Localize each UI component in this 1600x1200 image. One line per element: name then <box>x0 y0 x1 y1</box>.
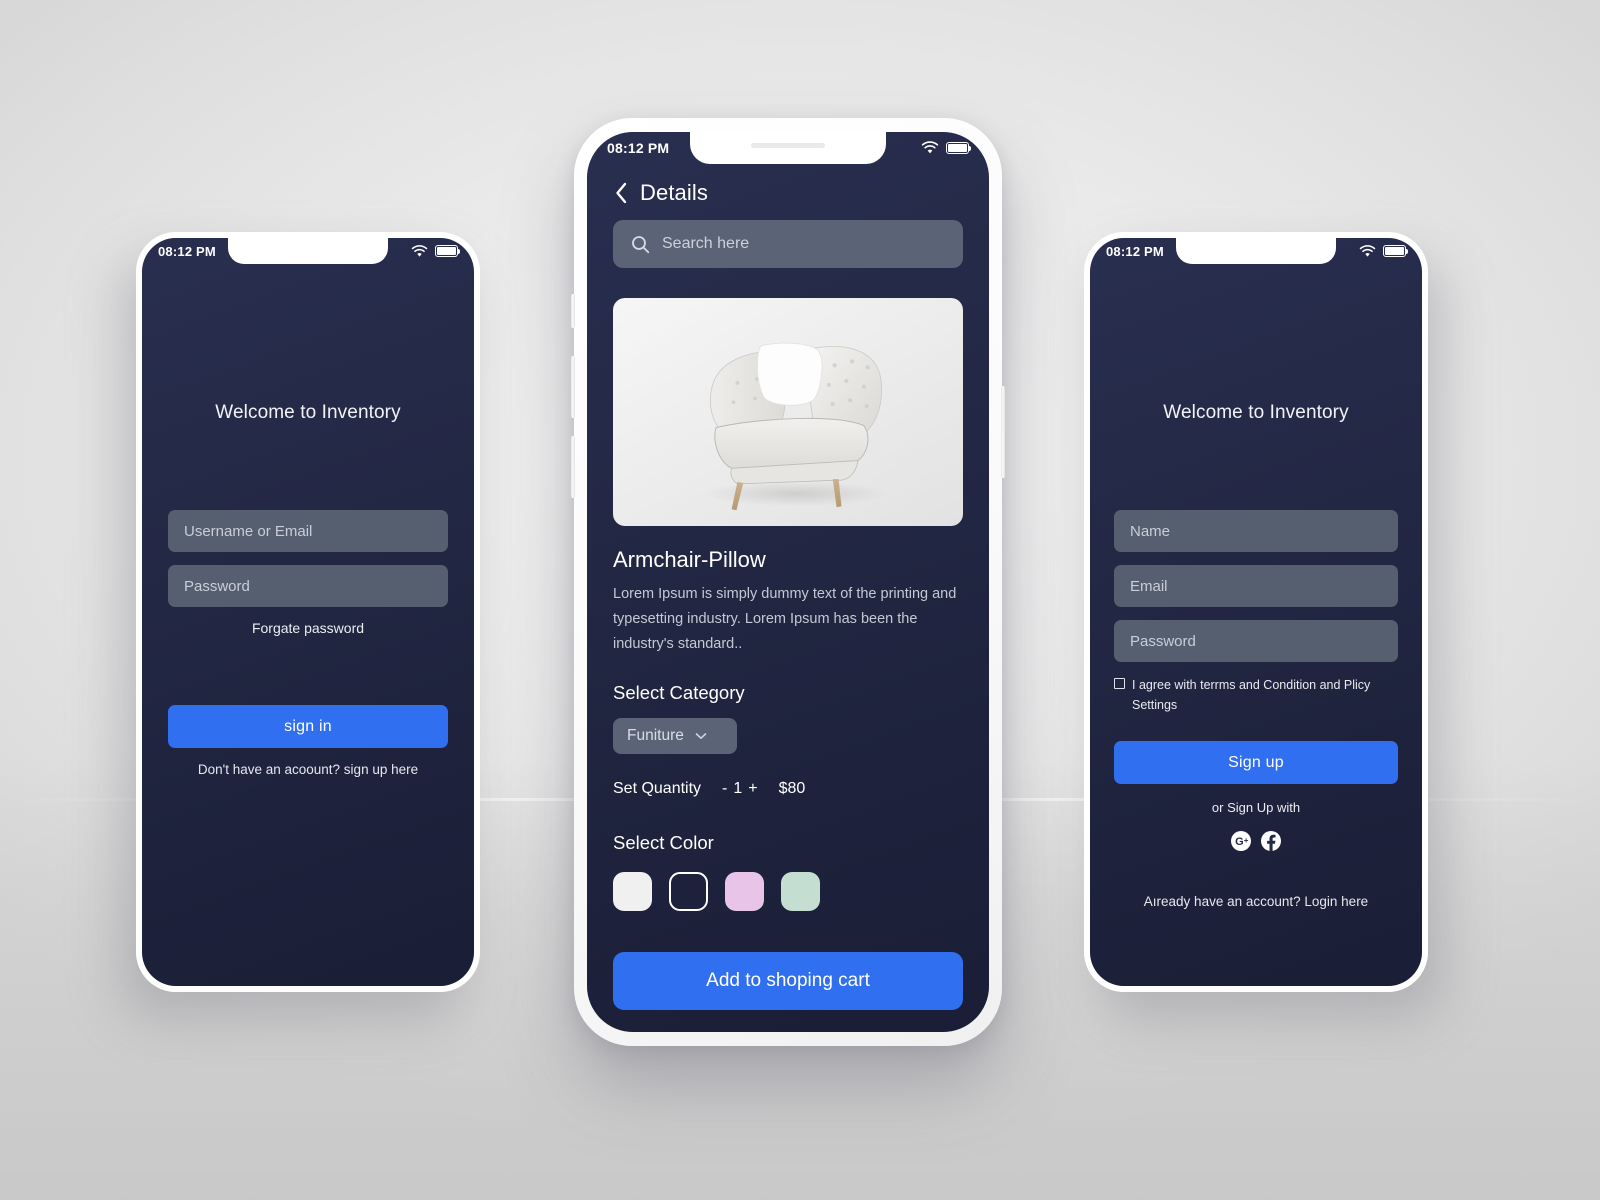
volume-down-button[interactable] <box>571 436 575 498</box>
phone-notch <box>1176 238 1336 264</box>
svg-text:+: + <box>1244 836 1249 845</box>
details-header: Details <box>615 180 708 206</box>
sign-in-button[interactable]: sign in <box>168 705 448 748</box>
social-signup-label: or Sign Up with <box>1211 800 1301 815</box>
phone-left-login: 08:12 PM Welcome to Inventory Forgate pa… <box>136 232 480 992</box>
phone-notch <box>228 238 388 264</box>
chevron-left-icon[interactable] <box>615 182 628 204</box>
login-link[interactable]: Aıready have an account? Login here <box>1114 894 1398 909</box>
color-label: Select Color <box>613 832 714 853</box>
quantity-increase-button[interactable]: + <box>746 780 759 798</box>
phone-notch <box>690 132 886 164</box>
product-name: Armchair-Pillow <box>613 547 766 572</box>
quantity-value: 1 <box>733 780 743 797</box>
social-buttons: G + <box>1114 831 1398 851</box>
quantity-label: Set Quantity <box>613 780 702 797</box>
sign-up-link[interactable]: Don't have an acoount? sign up here <box>168 762 448 777</box>
search-input[interactable] <box>662 235 945 253</box>
google-plus-icon[interactable]: G + <box>1231 831 1251 851</box>
phone-center-details: 08:12 PM Details Search here Armchair-Pi… <box>571 118 1005 1046</box>
name-input[interactable] <box>1114 510 1398 552</box>
category-label: Select Category <box>613 682 745 703</box>
forgot-password-link[interactable]: Forgate password <box>168 620 448 636</box>
color-swatch-pink[interactable] <box>725 872 764 911</box>
search-icon <box>632 235 650 253</box>
facebook-icon[interactable] <box>1261 831 1281 851</box>
quantity-stepper[interactable]: Set Quantity - 1 + $80 <box>613 780 805 798</box>
sign-up-button[interactable]: Sign up <box>1114 741 1398 784</box>
power-button[interactable] <box>1001 386 1005 478</box>
password-input[interactable] <box>1114 620 1398 662</box>
category-select[interactable]: Funiture <box>613 718 737 754</box>
color-swatch-black[interactable] <box>669 872 708 911</box>
product-description: Lorem Ipsum is simply dummy text of the … <box>613 586 957 653</box>
mute-switch[interactable] <box>571 294 575 328</box>
login-screen: 08:12 PM Welcome to Inventory Forgate pa… <box>142 238 474 986</box>
phone-right-signup: 08:12 PM Welcome to Inventory I agree wi… <box>1084 232 1428 992</box>
username-input[interactable] <box>168 510 448 552</box>
earpiece-speaker <box>751 143 825 148</box>
quantity-decrease-button[interactable]: - <box>720 780 729 798</box>
terms-agreement[interactable]: I agree with terrms and Condition and Pl… <box>1114 675 1398 716</box>
page-title: Welcome to Inventory <box>215 402 401 423</box>
product-price: $80 <box>778 780 806 797</box>
signup-form: I agree with terrms and Condition and Pl… <box>1114 510 1398 716</box>
color-swatch-list <box>613 872 820 911</box>
email-input[interactable] <box>1114 565 1398 607</box>
password-input[interactable] <box>168 565 448 607</box>
volume-up-button[interactable] <box>571 356 575 418</box>
chevron-down-icon <box>695 733 707 739</box>
page-title: Welcome to Inventory <box>1163 402 1349 423</box>
login-form: Forgate password <box>168 510 448 636</box>
terms-checkbox[interactable] <box>1114 678 1125 689</box>
color-swatch-mint[interactable] <box>781 872 820 911</box>
page-title: Details <box>640 180 708 205</box>
details-screen: 08:12 PM Details Search here Armchair-Pi… <box>587 132 989 1032</box>
search-bar[interactable] <box>613 220 963 268</box>
signup-screen: 08:12 PM Welcome to Inventory I agree wi… <box>1090 238 1422 986</box>
terms-label: I agree with terrms and Condition and Pl… <box>1132 678 1371 713</box>
svg-text:G: G <box>1235 836 1244 848</box>
product-image <box>613 298 963 526</box>
category-value: Funiture <box>627 727 684 744</box>
add-to-cart-button[interactable]: Add to shoping cart <box>613 952 963 1010</box>
color-swatch-white[interactable] <box>613 872 652 911</box>
